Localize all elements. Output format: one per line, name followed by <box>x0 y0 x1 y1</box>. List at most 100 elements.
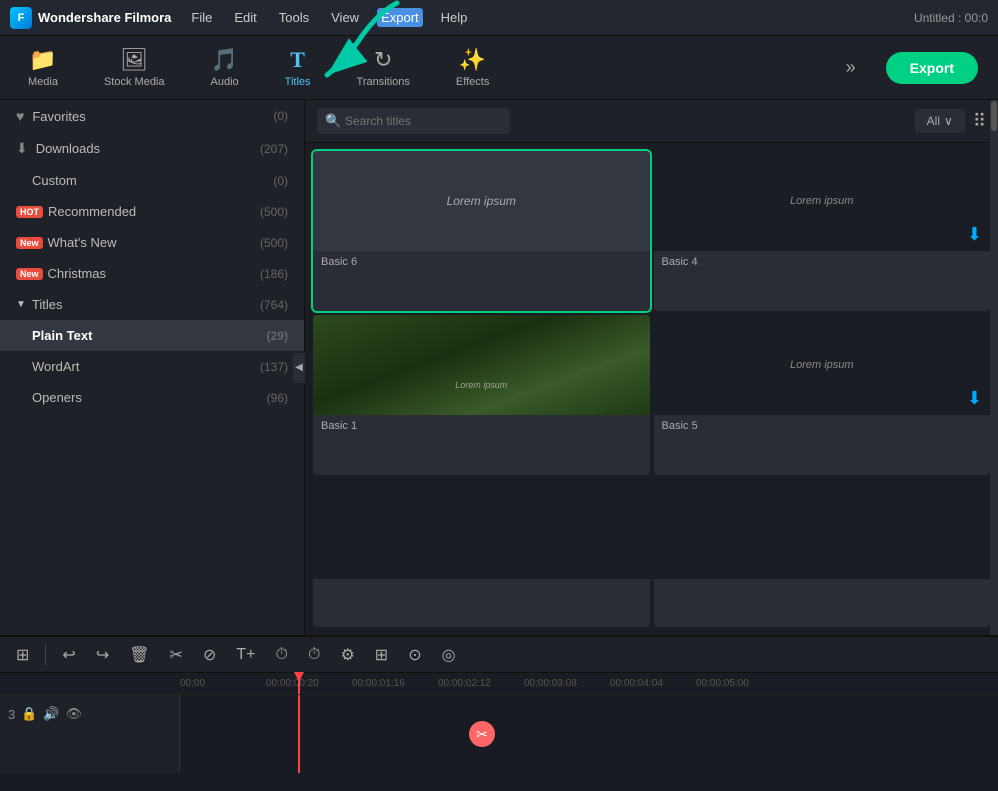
track-eye-icon[interactable]: 👁 <box>66 706 83 722</box>
sidebar: ♥ Favorites (0) ⬇ Downloads (207) Custom… <box>0 100 305 635</box>
sidebar-wordart-count: (137) <box>260 360 288 374</box>
content-scrollbar[interactable] <box>990 100 998 635</box>
grid-item-basic1[interactable]: Lorem ipsum Basic 1 <box>313 315 650 475</box>
toolbar-stock-media-label: Stock Media <box>104 76 165 88</box>
menu-bar: F Wondershare Filmora File Edit Tools Vi… <box>0 0 998 36</box>
toolbar-more-btn[interactable]: » <box>846 57 856 78</box>
track-control-row1: 3 🔒 🔊 👁 <box>8 699 171 729</box>
redo-button[interactable]: ↪ <box>92 643 113 667</box>
sidebar-item-plain-text[interactable]: Plain Text (29) <box>0 320 304 351</box>
toolbar-transitions-label: Transitions <box>357 76 410 88</box>
sidebar-item-openers[interactable]: Openers (96) <box>0 382 304 413</box>
sidebar-item-wordart[interactable]: WordArt (137) <box>0 351 304 382</box>
menu-help[interactable]: Help <box>437 8 472 27</box>
sidebar-item-custom[interactable]: Custom (0) <box>0 165 304 196</box>
sidebar-item-whats-new[interactable]: New What's New (500) <box>0 227 304 258</box>
main-content: ♥ Favorites (0) ⬇ Downloads (207) Custom… <box>0 100 998 635</box>
app-logo: F Wondershare Filmora <box>10 7 171 29</box>
search-input[interactable] <box>317 108 510 134</box>
menu-export[interactable]: Export <box>377 8 423 27</box>
rotate-button[interactable]: ◎ <box>438 643 460 667</box>
sidebar-wordart-label: WordArt <box>32 359 79 374</box>
ruler-mark-4: 00:00:03:08 <box>524 678 610 689</box>
ruler-mark-2: 00:00:01:16 <box>352 678 438 689</box>
hot-badge: HOT <box>16 206 43 218</box>
basic5-download-icon[interactable]: ⬇ <box>967 388 982 409</box>
sidebar-favorites-count: (0) <box>273 109 288 123</box>
toolbar-titles[interactable]: T Titles <box>277 43 319 92</box>
filter-button[interactable]: All ∨ <box>915 109 965 133</box>
item5-thumbnail <box>313 479 650 579</box>
sidebar-item-christmas[interactable]: New Christmas (186) <box>0 258 304 289</box>
track-num-icon: 3 <box>8 707 15 722</box>
timeline-grid-btn[interactable]: ⊞ <box>12 643 33 667</box>
timeline-area: ⊞ ↩ ↪ 🗑 ✂ ⊘ T+ ⏱ ⏱ ⚙ ⊞ ⊙ ◎ 00:00 00:00:0… <box>0 635 998 791</box>
playhead-circle[interactable]: ✂ <box>469 721 495 747</box>
crop-button[interactable]: ⊘ <box>199 643 220 667</box>
toolbar-transitions[interactable]: ↻ Transitions <box>349 43 418 92</box>
sidebar-openers-label: Openers <box>32 390 82 405</box>
basic4-download-icon[interactable]: ⬇ <box>967 224 982 245</box>
sidebar-item-downloads[interactable]: ⬇ Downloads (207) <box>0 132 304 165</box>
ruler-mark-5: 00:00:04:04 <box>610 678 696 689</box>
sidebar-item-recommended[interactable]: HOT Recommended (500) <box>0 196 304 227</box>
scrollbar-thumb <box>991 101 997 131</box>
grid-item-5[interactable] <box>313 479 650 627</box>
delete-button[interactable]: 🗑 <box>125 643 153 667</box>
sidebar-item-favorites[interactable]: ♥ Favorites (0) <box>0 100 304 132</box>
undo-button[interactable]: ↩ <box>58 643 79 667</box>
menu-file[interactable]: File <box>187 8 216 27</box>
title-add-button[interactable]: T+ <box>232 644 259 666</box>
titles-icon: T <box>290 47 305 73</box>
toolbar-media[interactable]: 📁 Media <box>20 43 66 92</box>
filter-arrow-icon: ∨ <box>944 114 953 128</box>
app-name: Wondershare Filmora <box>38 10 171 25</box>
app-logo-icon: F <box>10 7 32 29</box>
menu-tools[interactable]: Tools <box>275 8 313 27</box>
filter-btn2[interactable]: ⊙ <box>404 643 425 667</box>
track-lock-icon[interactable]: 🔒 <box>21 706 37 722</box>
sidebar-downloads-count: (207) <box>260 142 288 156</box>
menu-items: File Edit Tools View Export Help <box>187 8 471 27</box>
basic1-thumbnail: Lorem ipsum <box>313 315 650 415</box>
speed-button[interactable]: ⏱ <box>271 644 291 666</box>
track-playhead-line <box>298 695 300 773</box>
sidebar-plain-text-label: Plain Text <box>32 328 92 343</box>
grid-item-6[interactable] <box>654 479 991 627</box>
grid-item-basic6[interactable]: Lorem ipsum Basic 6 <box>313 151 650 311</box>
sidebar-christmas-count: (186) <box>260 267 288 281</box>
new-badge-whats-new: New <box>16 237 43 249</box>
timer-button[interactable]: ⏱ <box>304 644 324 666</box>
sidebar-custom-count: (0) <box>273 174 288 188</box>
audio-wave-button[interactable]: ⊞ <box>371 643 392 667</box>
item5-label <box>313 579 650 589</box>
search-bar: 🔍 All ∨ ⠿ <box>305 100 998 143</box>
track-audio-icon[interactable]: 🔊 <box>43 706 59 722</box>
export-button[interactable]: Export <box>886 52 978 84</box>
toolbar-effects[interactable]: ✨ Effects <box>448 43 497 92</box>
toolbar-stock-media[interactable]: 🖼 Stock Media <box>96 43 173 92</box>
menu-edit[interactable]: Edit <box>230 8 260 27</box>
basic1-label: Basic 1 <box>313 415 650 437</box>
basic1-preview-text: Lorem ipsum <box>455 380 507 390</box>
sidebar-recommended-count: (500) <box>260 205 288 219</box>
basic6-thumbnail: Lorem ipsum <box>313 151 650 251</box>
toolbar-audio[interactable]: 🎵 Audio <box>203 43 247 92</box>
grid-view-button[interactable]: ⠿ <box>973 111 986 132</box>
basic6-label: Basic 6 <box>313 251 650 273</box>
grid-item-basic5[interactable]: Lorem ipsum ⬇ Basic 5 <box>654 315 991 475</box>
sidebar-openers-count: (96) <box>267 391 288 405</box>
grid-item-basic4[interactable]: Lorem ipsum ⬇ Basic 4 <box>654 151 991 311</box>
sidebar-item-titles[interactable]: ▼ Titles (764) <box>0 289 304 320</box>
cut-button[interactable]: ✂ <box>166 643 187 667</box>
panel-collapse-tab[interactable]: ◀ <box>293 353 305 383</box>
item6-label <box>654 579 991 589</box>
equalizer-button[interactable]: ⚙ <box>336 643 358 667</box>
basic4-thumbnail: Lorem ipsum ⬇ <box>654 151 991 251</box>
track-controls: 3 🔒 🔊 👁 <box>0 695 180 773</box>
sidebar-recommended-label: Recommended <box>48 204 136 219</box>
media-icon: 📁 <box>29 47 56 73</box>
sidebar-plain-text-count: (29) <box>267 329 288 343</box>
basic6-preview-text: Lorem ipsum <box>447 194 516 208</box>
menu-view[interactable]: View <box>327 8 363 27</box>
